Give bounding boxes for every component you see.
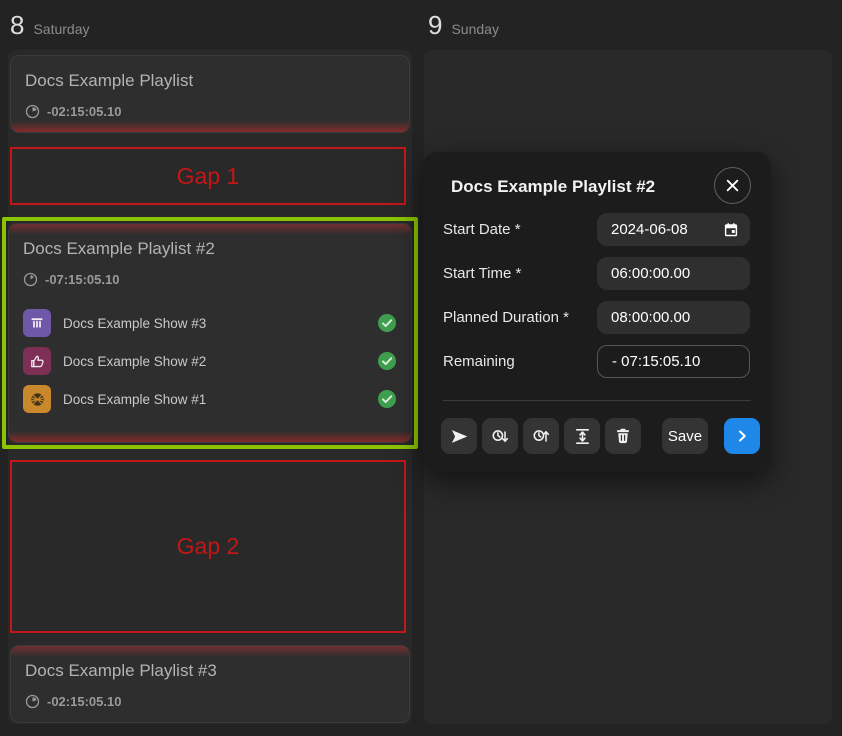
dialog-fields: Start Date * 2024-06-08 Start Time * 06:… — [443, 213, 750, 378]
day-weekday: Sunday — [451, 21, 498, 37]
playlist-remaining: -02:15:05.10 — [25, 694, 395, 709]
field-row-remaining: Remaining - 07:15:05.10 — [443, 345, 750, 378]
day-number: 9 — [428, 10, 442, 41]
start-time-input[interactable]: 06:00:00.00 — [597, 257, 750, 290]
playlist-card-1[interactable]: Docs Example Playlist -02:15:05.10 — [10, 55, 410, 133]
close-icon — [725, 178, 740, 193]
clock-up-icon — [532, 427, 551, 446]
close-button[interactable] — [714, 167, 751, 204]
field-label: Start Time * — [443, 265, 521, 282]
trash-icon — [614, 427, 632, 445]
show-row[interactable]: Docs Example Show #2 — [23, 347, 397, 375]
send-icon — [450, 427, 469, 446]
show-name: Docs Example Show #1 — [63, 392, 206, 407]
gap-1-region[interactable]: Gap 1 — [10, 147, 406, 205]
basketball-icon — [23, 385, 51, 413]
expand-vertical-icon — [573, 427, 592, 446]
fit-duration-button[interactable] — [564, 418, 600, 454]
duration-clock-icon — [25, 104, 40, 119]
duration-clock-icon — [23, 272, 38, 287]
start-date-input[interactable]: 2024-06-08 — [597, 213, 750, 246]
field-row-planned-duration: Planned Duration * 08:00:00.00 — [443, 301, 750, 334]
playlist-title: Docs Example Playlist #3 — [25, 661, 395, 681]
save-button[interactable]: Save — [662, 418, 708, 454]
field-label: Remaining — [443, 353, 515, 370]
calendar-icon[interactable] — [723, 222, 739, 238]
gap-label: Gap 1 — [177, 163, 240, 190]
chevron-right-icon — [734, 428, 750, 444]
day-header-saturday: 8 Saturday — [10, 10, 90, 41]
selected-playlist-outline: Docs Example Playlist #2 -07:15:05.10 — [2, 217, 418, 449]
playlist-card-2-selected[interactable]: Docs Example Playlist #2 -07:15:05.10 — [8, 223, 412, 443]
playlist-title: Docs Example Playlist — [25, 71, 395, 91]
playlist-title: Docs Example Playlist #2 — [23, 239, 397, 259]
shift-time-up-button[interactable] — [523, 418, 559, 454]
check-circle-icon — [377, 313, 397, 333]
playlist-remaining: -07:15:05.10 — [23, 272, 397, 287]
duration-clock-icon — [25, 694, 40, 709]
playlist-card-3[interactable]: Docs Example Playlist #3 -02:15:05.10 — [10, 645, 410, 723]
dialog-toolbar: Save — [441, 418, 760, 454]
remaining-value: - 07:15:05.10 — [597, 345, 750, 378]
planned-duration-input[interactable]: 08:00:00.00 — [597, 301, 750, 334]
thumbs-up-icon — [23, 347, 51, 375]
delete-button[interactable] — [605, 418, 641, 454]
clock-down-icon — [491, 427, 510, 446]
show-row[interactable]: Docs Example Show #3 — [23, 309, 397, 337]
field-label: Planned Duration * — [443, 309, 569, 326]
shift-time-down-button[interactable] — [482, 418, 518, 454]
field-row-start-time: Start Time * 06:00:00.00 — [443, 257, 750, 290]
next-step-button[interactable] — [724, 418, 760, 454]
gap-2-region[interactable]: Gap 2 — [10, 460, 406, 633]
show-name: Docs Example Show #3 — [63, 316, 206, 331]
show-name: Docs Example Show #2 — [63, 354, 206, 369]
show-list: Docs Example Show #3 Docs Example Show #… — [23, 309, 397, 413]
gap-label: Gap 2 — [177, 533, 240, 560]
field-label: Start Date * — [443, 221, 521, 238]
field-row-start-date: Start Date * 2024-06-08 — [443, 213, 750, 246]
check-circle-icon — [377, 389, 397, 409]
show-row[interactable]: Docs Example Show #1 — [23, 385, 397, 413]
day-number: 8 — [10, 10, 24, 41]
day-header-sunday: 9 Sunday — [428, 10, 499, 41]
dialog-divider — [443, 400, 751, 401]
send-to-playout-button[interactable] — [441, 418, 477, 454]
playlist-detail-dialog: Docs Example Playlist #2 Start Date * 20… — [423, 152, 771, 472]
playlist-remaining: -02:15:05.10 — [25, 104, 395, 119]
check-circle-icon — [377, 351, 397, 371]
dialog-title: Docs Example Playlist #2 — [451, 177, 655, 197]
museum-icon — [23, 309, 51, 337]
day-weekday: Saturday — [33, 21, 89, 37]
